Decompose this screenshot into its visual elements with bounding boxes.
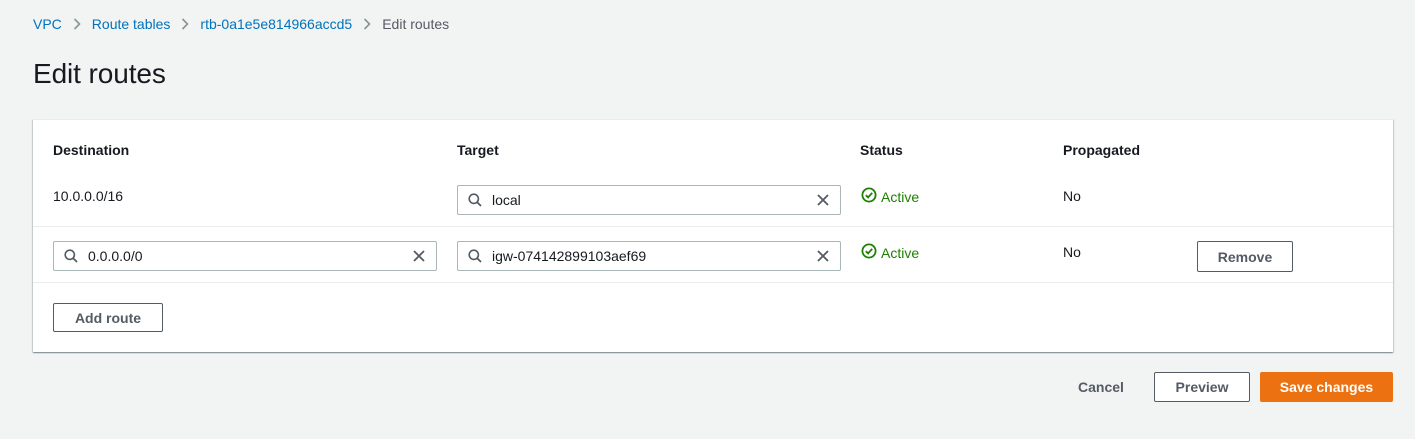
chevron-right-icon: [352, 18, 382, 30]
search-icon: [54, 249, 88, 263]
chevron-right-icon: [170, 18, 200, 30]
search-icon: [458, 193, 492, 207]
column-header-status: Status: [860, 142, 903, 158]
column-header-propagated: Propagated: [1063, 142, 1141, 158]
status-positive-icon: [861, 243, 877, 262]
column-header-target: Target: [457, 142, 499, 158]
save-changes-button[interactable]: Save changes: [1260, 372, 1393, 402]
breadcrumb-vpc[interactable]: VPC: [33, 16, 62, 32]
row-divider: [33, 226, 1393, 227]
row-divider: [33, 282, 1393, 283]
target-input[interactable]: local: [457, 185, 841, 215]
close-icon[interactable]: [402, 249, 436, 263]
destination-input-value: 0.0.0.0/0: [88, 248, 143, 264]
cancel-button[interactable]: Cancel: [1066, 372, 1136, 402]
status-badge: Active: [861, 243, 919, 262]
column-header-destination: Destination: [53, 142, 130, 158]
remove-route-button[interactable]: Remove: [1197, 241, 1293, 272]
preview-button[interactable]: Preview: [1154, 372, 1250, 402]
status-positive-icon: [861, 187, 877, 206]
destination-input[interactable]: 0.0.0.0/0: [53, 241, 437, 271]
page-title: Edit routes: [33, 58, 166, 89]
route-destination: 10.0.0.0/16: [53, 188, 124, 204]
routes-container: Destination Target Status Propagated 10.…: [33, 119, 1393, 352]
breadcrumb-current: Edit routes: [382, 16, 450, 32]
close-icon[interactable]: [806, 193, 840, 207]
breadcrumb-route-tables[interactable]: Route tables: [92, 16, 171, 32]
target-input-value: local: [492, 192, 521, 208]
route-propagated: No: [1063, 188, 1081, 204]
chevron-right-icon: [62, 18, 92, 30]
target-input-value: igw-074142899103aef69: [492, 248, 647, 264]
breadcrumb: VPC Route tables rtb-0a1e5e814966accd5 E…: [33, 15, 449, 33]
close-icon[interactable]: [806, 249, 840, 263]
status-text: Active: [881, 188, 920, 205]
search-icon: [458, 249, 492, 263]
status-text: Active: [881, 244, 920, 261]
route-propagated: No: [1063, 244, 1081, 260]
breadcrumb-route-table-id[interactable]: rtb-0a1e5e814966accd5: [200, 16, 352, 32]
add-route-button[interactable]: Add route: [53, 303, 163, 332]
target-input[interactable]: igw-074142899103aef69: [457, 241, 841, 271]
status-badge: Active: [861, 187, 919, 206]
